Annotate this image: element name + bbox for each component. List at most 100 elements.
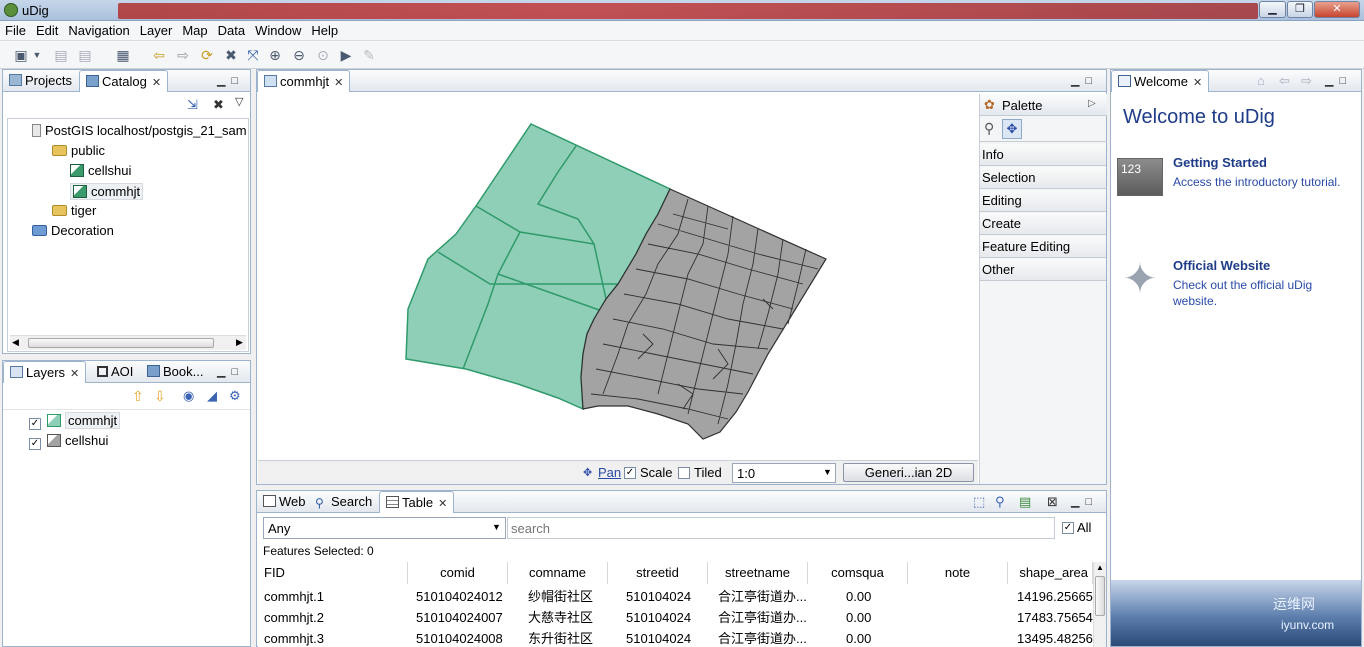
stop-icon[interactable]: ✖ [222,46,240,64]
close-button[interactable]: ✕ [1314,1,1360,18]
palette-header[interactable]: ✿ Palette ▷ [980,94,1107,116]
palette-expand-icon[interactable]: ▷ [1088,98,1096,109]
move-up-icon[interactable]: ⇧ [132,388,144,405]
crs-button[interactable]: Generi...ian 2D [843,463,974,482]
close-icon[interactable]: ✕ [70,368,79,380]
scale-checkbox[interactable]: ✓ [624,467,636,479]
close-icon[interactable]: ✕ [438,498,447,510]
properties-icon[interactable]: ▦ [114,46,132,64]
col-comsqua[interactable]: comsqua [808,562,908,584]
tab-projects[interactable]: Projects [3,70,78,92]
map-canvas[interactable] [258,94,978,460]
tab-commhjt-map[interactable]: commhjt ✕ [257,70,351,92]
col-shape-area[interactable]: shape_area [1008,562,1093,584]
view-menu-icon[interactable]: ▽ [235,95,243,108]
scale-combo[interactable]: 1:0 ▼ [732,463,836,483]
zoom-extent-icon[interactable]: ⤧ [244,46,262,64]
palette-group-other[interactable]: Other [980,259,1106,281]
menu-data[interactable]: Data [213,21,250,38]
minimize-maximize-icon[interactable]: ▁□ [1071,74,1098,87]
layer-item-commhjt[interactable]: ✓ commhjt [29,412,121,430]
back-icon[interactable]: ⇦ [1279,73,1290,89]
search-input[interactable] [507,517,1055,539]
import-icon[interactable]: ⇲ [187,97,198,113]
zoom-tool-icon[interactable]: ⚲ [984,120,994,137]
tab-search[interactable]: ⚲ Search [309,491,378,513]
tab-web[interactable]: Web [257,491,312,513]
col-note[interactable]: note [908,562,1008,584]
zoom-out-icon[interactable]: ⊖ [290,46,308,64]
menu-file[interactable]: File [0,21,31,38]
layer-add-icon[interactable]: ◢ [207,388,217,404]
style-icon[interactable]: ◉ [183,388,194,404]
scroll-left-icon[interactable]: ◀ [12,337,19,348]
tab-bookmarks[interactable]: Book... [141,361,209,383]
layer-visibility-checkbox[interactable]: ✓ [29,438,41,450]
play-icon[interactable]: ▶ [337,46,355,64]
col-fid[interactable]: FID [258,562,408,584]
close-icon[interactable]: ✕ [1193,77,1202,89]
official-website-title[interactable]: Official Website [1173,258,1270,273]
col-streetid[interactable]: streetid [608,562,708,584]
back-icon[interactable]: ⇦ [150,46,168,64]
select-icon[interactable]: ⬚ [973,494,985,510]
tree-item-postgis[interactable]: PostGIS localhost/postgis_21_sam [32,123,247,138]
clear-selection-icon[interactable]: ⊠ [1047,494,1058,510]
chevron-down-icon[interactable]: ▼ [823,467,832,477]
palette-group-selection[interactable]: Selection [980,167,1106,189]
minimize-maximize-icon[interactable]: ▁□ [1325,74,1352,87]
forward-icon[interactable]: ⇨ [174,46,192,64]
zoom-selection-icon[interactable]: ⊙ [314,46,332,64]
tab-welcome[interactable]: Welcome ✕ [1111,70,1210,92]
forward-icon[interactable]: ⇨ [1301,73,1312,89]
tree-item-decoration[interactable]: Decoration [32,223,114,238]
getting-started-title[interactable]: Getting Started [1173,155,1267,170]
minimize-button[interactable]: ▁ [1259,1,1286,18]
save-all-icon[interactable]: ▤ [76,46,94,64]
scroll-thumb[interactable] [28,338,214,348]
zoom-in-icon[interactable]: ⊕ [266,46,284,64]
tree-item-public[interactable]: public [52,143,105,158]
all-checkbox[interactable]: ✓ [1062,522,1074,534]
menu-map[interactable]: Map [177,21,212,38]
scroll-up-icon[interactable]: ▲ [1096,563,1104,572]
tree-item-commhjt[interactable]: commhjt [70,183,144,200]
save-icon[interactable]: ▤ [52,46,70,64]
menu-window[interactable]: Window [250,21,306,38]
pan-tool-icon[interactable]: ✥ [1002,119,1022,139]
eraser-icon[interactable]: ✎ [360,46,378,64]
getting-started-desc[interactable]: Access the introductory tutorial. [1173,174,1348,190]
tab-aoi[interactable]: AOI [91,361,139,383]
minimize-maximize-icon[interactable]: ▁□ [1071,495,1098,508]
horizontal-scrollbar[interactable]: ◀ ▶ [10,335,246,350]
layer-visibility-checkbox[interactable]: ✓ [29,418,41,430]
palette-group-create[interactable]: Create [980,213,1106,235]
menu-layer[interactable]: Layer [135,21,178,38]
home-icon[interactable]: ⌂ [1257,73,1265,88]
scroll-right-icon[interactable]: ▶ [236,337,243,348]
tree-item-tiger[interactable]: tiger [52,203,96,218]
tab-catalog[interactable]: Catalog ✕ [79,70,169,92]
remove-icon[interactable]: ✖ [213,97,224,113]
filter-combo[interactable]: Any ▼ [263,517,506,539]
col-streetname[interactable]: streetname [708,562,808,584]
zoom-selection-icon[interactable]: ⚲ [995,494,1005,510]
new-dropdown-icon[interactable]: ▼ [32,46,42,64]
layer-tools-icon[interactable]: ⚙ [229,388,241,404]
minimize-maximize-icon[interactable]: ▁□ [217,365,244,378]
palette-group-info[interactable]: Info [980,144,1106,166]
pan-link[interactable]: Pan [598,465,621,480]
col-comid[interactable]: comid [408,562,508,584]
tab-table[interactable]: Table ✕ [379,491,455,513]
menu-navigation[interactable]: Navigation [63,21,134,38]
tiled-checkbox[interactable] [678,467,690,479]
new-icon[interactable]: ▣ [12,46,30,64]
palette-group-feature-editing[interactable]: Feature Editing [980,236,1106,258]
palette-group-editing[interactable]: Editing [980,190,1106,212]
layer-item-cellshui[interactable]: ✓ cellshui [29,433,108,450]
vertical-scrollbar[interactable]: ▲ [1093,562,1106,647]
menu-help[interactable]: Help [306,21,343,38]
tab-layers[interactable]: Layers ✕ [3,361,87,383]
menu-edit[interactable]: Edit [31,21,63,38]
tree-item-cellshui[interactable]: cellshui [70,163,131,178]
